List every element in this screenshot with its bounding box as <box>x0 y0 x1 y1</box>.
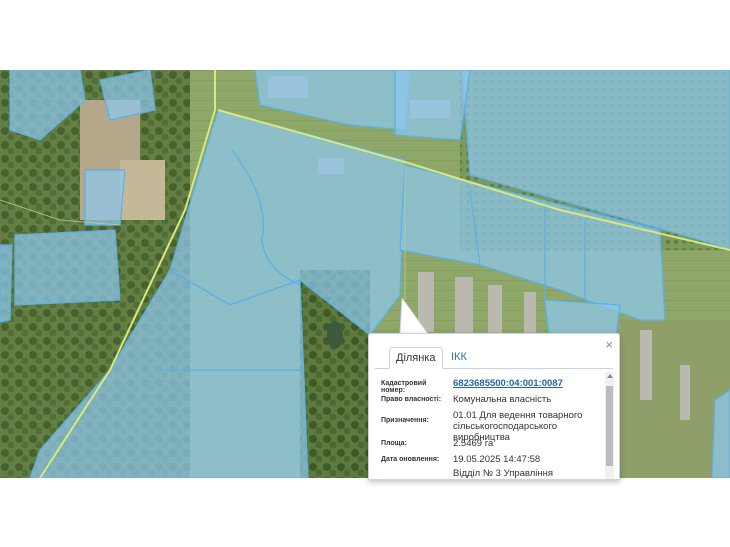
scrollbar-thumb[interactable] <box>606 386 613 466</box>
chevron-up-icon[interactable] <box>607 374 613 378</box>
field-label: Кадастровий номер: <box>381 380 427 394</box>
field-value: 19.05.2025 14:47:58 <box>453 454 541 465</box>
popup-scrollbar[interactable] <box>605 372 614 479</box>
cadastral-number-link[interactable]: 6823685500:04:001:0087 <box>453 378 603 389</box>
field-value: 2.5469 га <box>453 438 494 449</box>
map-view[interactable] <box>0 70 730 478</box>
field-ownership: Право власності: Комунальна власність <box>381 394 603 408</box>
field-purpose: Призначення: 01.01 Для ведення товарного… <box>381 410 603 443</box>
field-label: Площа: <box>381 440 407 447</box>
field-value: Комунальна власність <box>453 394 552 405</box>
satellite-imagery <box>0 70 730 478</box>
popup-pointer <box>399 298 429 335</box>
tab-ikk[interactable]: ІКК <box>445 347 473 367</box>
field-updated: Дата оновлення: 19.05.2025 14:47:58 <box>381 454 603 468</box>
field-label: Дата оновлення: <box>381 456 440 463</box>
field-department: Відділ № 3 Управління забезпечення <box>381 468 603 479</box>
popup-tabs: Ділянка ІКК <box>375 344 613 369</box>
parcel-details: Кадастровий номер: 6823685500:04:001:008… <box>375 372 603 479</box>
field-label: Право власності: <box>381 396 442 403</box>
tab-parcel[interactable]: Ділянка <box>389 347 443 369</box>
field-cadastral-number: Кадастровий номер: 6823685500:04:001:008… <box>381 378 603 394</box>
field-label: Призначення: <box>381 417 429 424</box>
field-value: Відділ № 3 Управління забезпечення <box>453 468 554 479</box>
parcel-info-popup: × Ділянка ІКК Кадастровий номер: 6823685… <box>368 333 620 480</box>
field-area: Площа: 2.5469 га <box>381 438 603 452</box>
